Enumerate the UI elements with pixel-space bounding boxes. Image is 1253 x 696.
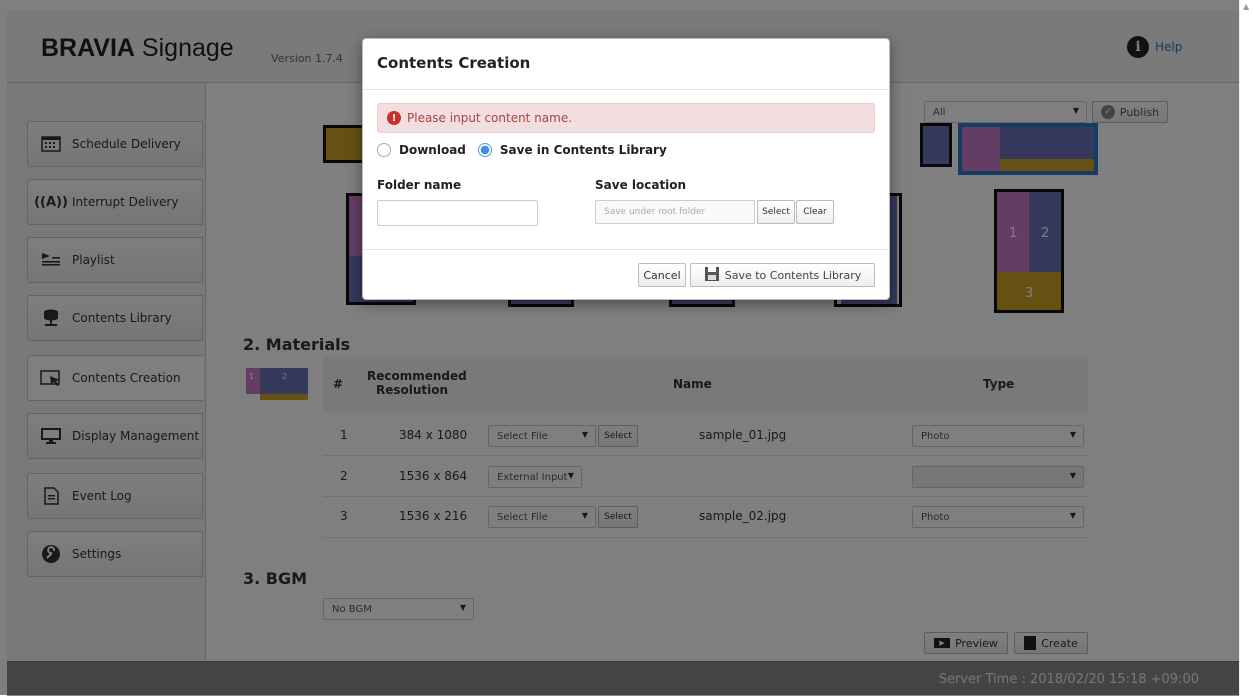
select-location-button[interactable]: Select xyxy=(757,200,795,224)
error-icon: ! xyxy=(387,111,401,125)
save-to-library-button[interactable]: Save to Contents Library xyxy=(690,263,875,287)
folder-name-label: Folder name xyxy=(377,178,462,192)
cancel-button[interactable]: Cancel xyxy=(638,263,686,287)
divider xyxy=(363,249,889,250)
error-alert: ! Please input content name. xyxy=(377,103,875,133)
save-location-label: Save location xyxy=(595,178,687,192)
divider xyxy=(363,89,889,90)
folder-name-input[interactable] xyxy=(377,200,538,226)
page-scrollbar[interactable]: ▲ xyxy=(1239,0,1253,695)
radio-save-library[interactable] xyxy=(477,143,492,157)
radio-download-label[interactable]: Download xyxy=(399,143,466,157)
contents-creation-dialog: Contents Creation ! Please input content… xyxy=(362,38,890,300)
radio-save-library-label[interactable]: Save in Contents Library xyxy=(500,143,667,157)
radio-download[interactable] xyxy=(377,143,391,157)
save-mode-radio-group: Download Save in Contents Library xyxy=(377,143,667,157)
save-location-field[interactable]: Save under root folder xyxy=(595,200,755,224)
dialog-title: Contents Creation xyxy=(377,54,531,72)
save-icon xyxy=(704,266,720,285)
app-window: BRAVIA Signage Version 1.7.4 i Help Sche… xyxy=(0,0,1239,696)
clear-location-button[interactable]: Clear xyxy=(796,200,834,224)
scroll-up-icon[interactable]: ▲ xyxy=(1243,2,1249,11)
alert-message: Please input content name. xyxy=(407,111,573,125)
